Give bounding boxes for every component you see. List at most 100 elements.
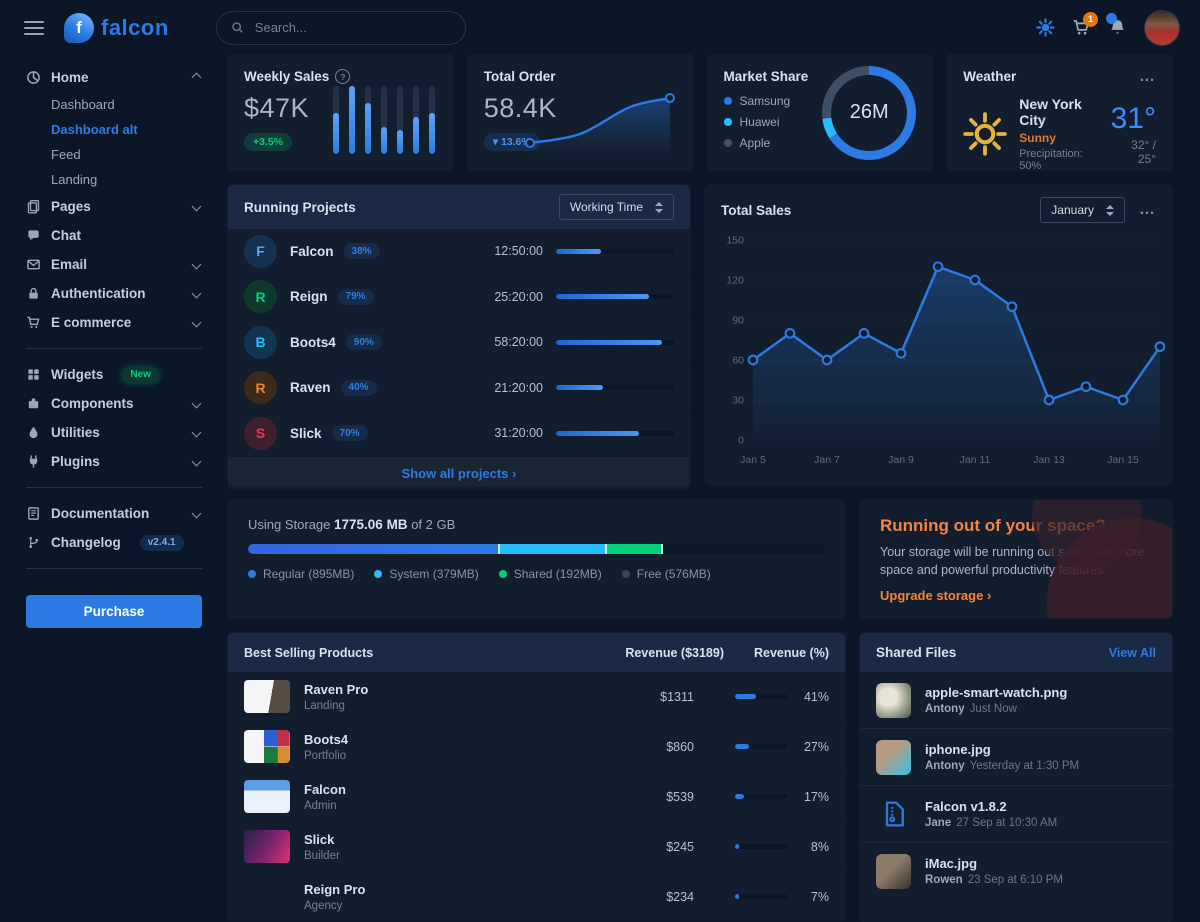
upgrade-storage-link[interactable]: Upgrade storage › [880, 588, 991, 603]
sidebar-item-label: Utilities [51, 425, 100, 440]
product-thumbnail [244, 680, 290, 713]
chart-pie-icon [26, 70, 41, 85]
sidebar-item-feed[interactable]: Feed [26, 142, 202, 167]
project-name[interactable]: Slick [290, 426, 322, 441]
product-category[interactable]: Landing [304, 700, 554, 712]
weekly-sales-badge: +3.5% [244, 133, 292, 151]
product-thumbnail [244, 730, 290, 763]
legend-dot [499, 570, 507, 578]
product-name[interactable]: Falcon [304, 782, 554, 797]
sidebar-item-dashboard[interactable]: Dashboard [26, 92, 202, 117]
more-options-icon[interactable]: … [1139, 205, 1156, 215]
product-percent: 8% [797, 840, 829, 854]
file-name[interactable]: apple-smart-watch.png [925, 685, 1067, 700]
weather-precipitation: Precipitation: 50% [1019, 148, 1098, 170]
chevron-down-icon [192, 509, 202, 519]
sidebar-item-changelog[interactable]: Changelogv2.4.1 [26, 528, 202, 557]
brand-name: falcon [101, 15, 169, 41]
product-name[interactable]: Raven Pro [304, 682, 554, 697]
file-row-iphone-jpg: iphone.jpgAntonyYesterday at 1:30 PM [860, 728, 1172, 785]
file-name[interactable]: iMac.jpg [925, 856, 1063, 871]
product-thumbnail [244, 780, 290, 813]
sidebar-item-email[interactable]: Email [26, 250, 202, 279]
sidebar-item-plugins[interactable]: Plugins [26, 447, 202, 476]
sidebar-item-widgets[interactable]: WidgetsNew [26, 360, 202, 389]
product-price: $1311 [554, 690, 694, 704]
legend-dot [622, 570, 630, 578]
search-box[interactable] [216, 11, 466, 45]
product-category[interactable]: Admin [304, 800, 554, 812]
product-row-raven-pro: Raven ProLanding$131141% [228, 672, 845, 722]
falcon-logo[interactable]: f falcon [64, 13, 169, 43]
product-name[interactable]: Slick [304, 832, 554, 847]
notification-dot [1106, 13, 1117, 24]
sidebar-item-authentication[interactable]: Authentication [26, 279, 202, 308]
project-name[interactable]: Boots4 [290, 335, 336, 350]
progress-track [556, 294, 674, 299]
show-all-projects-link[interactable]: Show all projects › [228, 457, 690, 490]
card-title: Shared Files [876, 645, 956, 660]
progress-track [556, 431, 674, 436]
project-name[interactable]: Raven [290, 380, 331, 395]
sidebar-item-dashboard-alt[interactable]: Dashboard alt [26, 117, 202, 142]
project-row-falcon: FFalcon38%12:50:00 [228, 229, 690, 275]
percent-column-header: Revenue (%) [724, 646, 829, 660]
product-name[interactable]: Reign Pro [304, 882, 554, 897]
file-name[interactable]: iphone.jpg [925, 742, 1079, 757]
sidebar-item-documentation[interactable]: Documentation [26, 499, 202, 528]
month-select[interactable]: January [1040, 197, 1125, 223]
settings-gear-icon[interactable] [1036, 18, 1055, 37]
legend-label: Huawei [740, 115, 780, 129]
card-title: Market Share [724, 69, 809, 84]
svg-text:Jan 13: Jan 13 [1033, 454, 1065, 466]
product-category[interactable]: Builder [304, 850, 554, 862]
project-row-reign: RReign79%25:20:00 [228, 275, 690, 321]
working-time-select[interactable]: Working Time [559, 194, 674, 220]
storage-segment-free [663, 544, 825, 554]
progress-fill [556, 431, 639, 436]
project-name[interactable]: Reign [290, 289, 328, 304]
product-name[interactable]: Boots4 [304, 732, 554, 747]
more-options-icon[interactable]: … [1139, 72, 1156, 82]
search-input[interactable] [253, 19, 437, 36]
sidebar-item-e-commerce[interactable]: E commerce [26, 308, 202, 337]
market-share-total: 26M [850, 101, 889, 124]
svg-text:30: 30 [732, 395, 744, 407]
bar [381, 86, 387, 154]
purchase-button[interactable]: Purchase [26, 595, 202, 628]
sidebar-item-label: E commerce [51, 315, 131, 330]
hamburger-menu-icon[interactable] [24, 21, 44, 35]
sidebar-item-home[interactable]: Home [26, 63, 202, 92]
storage-legend: Regular (895MB)System (379MB)Shared (192… [248, 567, 825, 581]
shopping-cart-icon[interactable]: 1 [1072, 18, 1091, 37]
notifications-bell-icon[interactable] [1108, 18, 1127, 37]
file-thumbnail [876, 740, 911, 775]
puzzle-icon [26, 396, 41, 411]
sidebar-item-utilities[interactable]: Utilities [26, 418, 202, 447]
bar [365, 86, 371, 154]
sidebar-item-landing[interactable]: Landing [26, 167, 202, 192]
project-row-slick: SSlick70%31:20:00 [228, 411, 690, 457]
svg-text:Jan 15: Jan 15 [1107, 454, 1139, 466]
branch-icon [26, 535, 41, 550]
sidebar-item-components[interactable]: Components [26, 389, 202, 418]
view-all-link[interactable]: View All [1109, 646, 1156, 660]
project-name[interactable]: Falcon [290, 244, 334, 259]
progress-track [556, 340, 674, 345]
sidebar-item-pages[interactable]: Pages [26, 192, 202, 221]
sidebar-item-chat[interactable]: Chat [26, 221, 202, 250]
legend-label: Free (576MB) [637, 567, 711, 581]
sidebar-item-label: Components [51, 396, 134, 411]
product-category[interactable]: Portfolio [304, 750, 554, 762]
product-category[interactable]: Agency [304, 900, 554, 912]
total-sales-card: Total Sales January … 0306090120150Jan 5… [705, 185, 1172, 485]
lock-icon [26, 286, 41, 301]
svg-text:60: 60 [732, 355, 744, 367]
file-thumbnail [876, 683, 911, 718]
file-name[interactable]: Falcon v1.8.2 [925, 799, 1057, 814]
info-icon[interactable]: ? [335, 69, 350, 84]
revenue-progress-track [735, 694, 787, 699]
sidebar-divider [26, 348, 202, 349]
user-avatar[interactable] [1144, 10, 1180, 46]
legend-label: Shared (192MB) [514, 567, 602, 581]
